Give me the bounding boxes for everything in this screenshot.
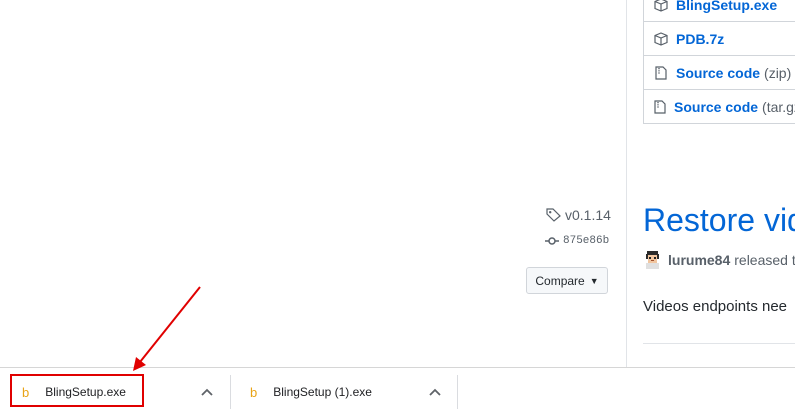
annotation-arrow [133,286,201,371]
